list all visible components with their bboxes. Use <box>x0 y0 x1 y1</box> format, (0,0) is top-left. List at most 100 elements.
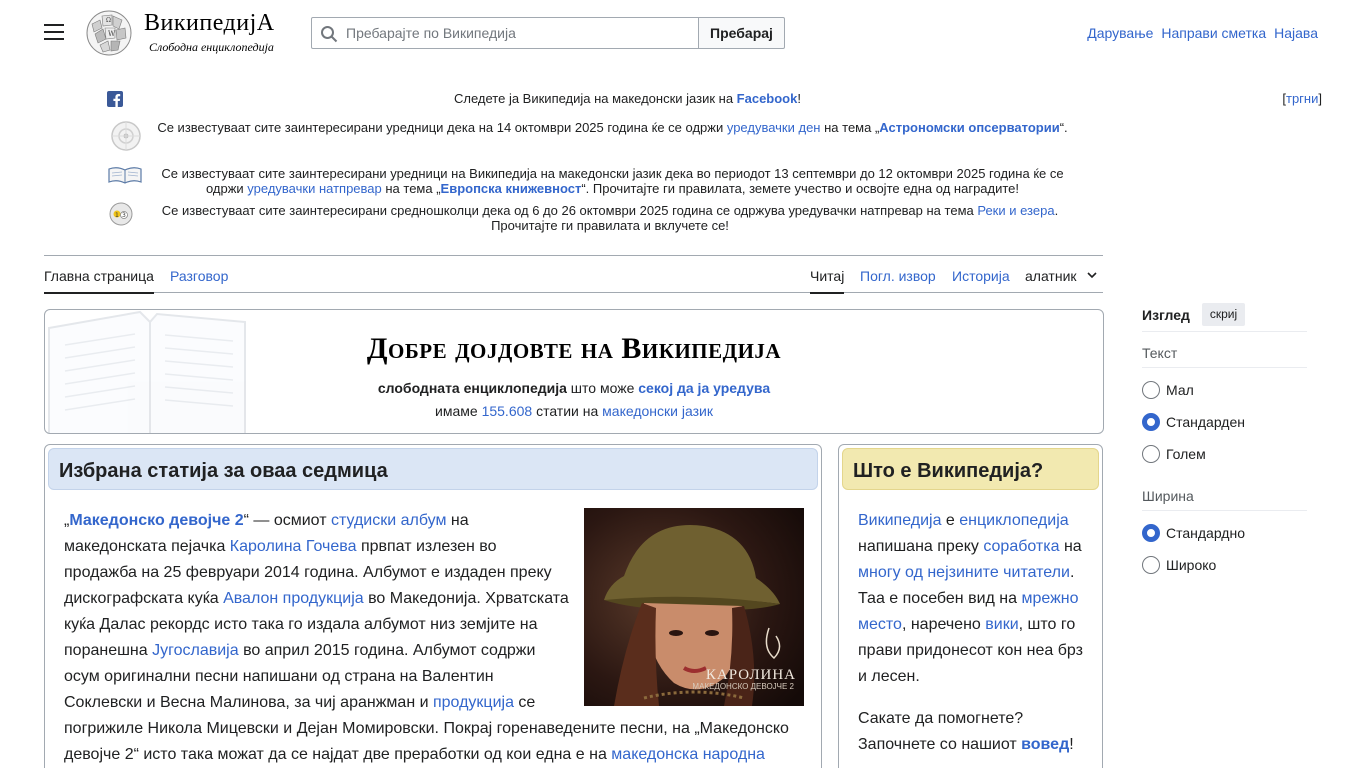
width-wide-label: Широко <box>1166 557 1217 573</box>
notice-editing-day-text: Се известуваат сите заинтересирани уредн… <box>157 120 727 135</box>
chevron-down-icon[interactable] <box>1087 271 1097 279</box>
tab-main-page[interactable]: Главна страница <box>44 268 154 294</box>
article-count-link[interactable]: 155.608 <box>482 403 533 419</box>
introduction-link[interactable]: вовед <box>1021 736 1069 753</box>
site-header: Ω W ВикипедиjA Слободна енциклопедија Пр… <box>0 0 1366 66</box>
anyone-can-edit-link[interactable]: секој да ја уредува <box>638 380 770 396</box>
observatory-icon <box>111 121 141 151</box>
featured-article-box: Избрана статија за оваа седмица КАРОЛИНА… <box>44 444 822 768</box>
notice-students: 1 3 Се известуваат сите заинтересирани с… <box>100 202 1322 236</box>
text-size-small-radio[interactable] <box>1142 381 1160 399</box>
notice-contest-end: “. Прочитајте ги правилата, земете учест… <box>581 181 1020 196</box>
text-size-large-label: Голем <box>1166 446 1206 462</box>
dismiss-link[interactable]: тргни <box>1286 91 1318 106</box>
featured-article-link[interactable]: Македонско девојче 2 <box>69 512 243 529</box>
what-is-wikipedia-box: Што е Википедија? Википедија е енциклопе… <box>838 444 1103 768</box>
svg-text:Ω: Ω <box>106 17 111 24</box>
notice-editing-day-end: “. <box>1059 120 1068 135</box>
whatis-text-5: , наречено <box>901 616 986 633</box>
notice-contest-theme: на тема „ <box>381 181 441 196</box>
text-size-standard-label: Стандарден <box>1166 414 1245 430</box>
album-cover-image[interactable]: КАРОЛИНА МАКЕДОНСКО ДЕВОЈЧЕ 2 <box>584 508 804 706</box>
editing-day-link[interactable]: уредувачки ден <box>727 120 821 135</box>
help-end: ! <box>1069 736 1074 753</box>
yugoslavia-link[interactable]: Југославија <box>152 642 239 659</box>
donate-link[interactable]: Дарување <box>1087 25 1153 41</box>
production-link[interactable]: продукција <box>433 694 514 711</box>
svg-text:W: W <box>108 30 116 38</box>
dismiss-bracket-close: ] <box>1318 91 1322 106</box>
macedonian-folk-link[interactable]: македонска народна <box>611 746 765 763</box>
search-box <box>311 17 699 49</box>
svg-text:1: 1 <box>115 212 119 219</box>
create-account-link[interactable]: Направи сметка <box>1161 25 1266 41</box>
notice-editing-contest: Се известуваат сите заинтересирани уредн… <box>100 166 1322 200</box>
collaboration-link[interactable]: соработка <box>983 538 1059 555</box>
tab-view-source[interactable]: Погл. извор <box>860 268 936 284</box>
search-button[interactable]: Пребарај <box>698 17 785 49</box>
article-count-line: имаме 155.608 статии на македонски јазик <box>45 403 1103 419</box>
welcome-box: Добре дојдовте на Википедија слободната … <box>44 309 1104 434</box>
readers-link[interactable]: многу од нејзините читатели <box>858 564 1070 581</box>
width-standard-label: Стандардно <box>1166 525 1245 541</box>
editing-contest-link[interactable]: уредувачки натпревар <box>247 181 381 196</box>
european-literature-link[interactable]: Европска книжевност <box>441 181 582 196</box>
width-standard-radio[interactable] <box>1142 524 1160 542</box>
what-is-wikipedia-header: Што е Википедија? <box>842 448 1099 490</box>
what-is-paragraph: Википедија е енциклопедија напишана прек… <box>858 508 1090 690</box>
notice-facebook-end: ! <box>797 91 801 106</box>
appearance-title: Изглед <box>1142 307 1190 323</box>
encyclopedia-link[interactable]: енциклопедија <box>959 512 1068 529</box>
astronomical-observatories-link[interactable]: Астрономски опсерватории <box>879 120 1059 135</box>
articles-in-text: статии на <box>532 403 603 419</box>
karolina-goceva-link[interactable]: Каролина Гочева <box>230 538 357 555</box>
notice-facebook-text: Следете ја Википедија на македонски јази… <box>454 91 737 106</box>
album-cover-subcaption: МАКЕДОНСКО ДЕВОЈЧЕ 2 <box>692 682 794 691</box>
wikipedia-puzzle-icon: 1 3 <box>109 202 133 226</box>
notice-students-text: Се известуваат сите заинтересирани средн… <box>161 203 978 218</box>
rivers-lakes-link[interactable]: Реки и езера <box>977 203 1054 218</box>
help-paragraph: Сакате да помогнете? Започнете со нашиот… <box>858 706 1090 758</box>
help-text: Сакате да помогнете? Започнете со нашиот <box>858 710 1024 753</box>
facebook-link[interactable]: Facebook <box>737 91 798 106</box>
svg-text:3: 3 <box>122 212 126 219</box>
search-icon <box>321 26 338 43</box>
tab-talk[interactable]: Разговор <box>170 268 228 284</box>
hide-appearance-button[interactable]: скриј <box>1202 303 1245 326</box>
whatis-text-1: е <box>941 512 960 529</box>
whatis-text-2: напишана преку <box>858 538 984 555</box>
what-is-wikipedia-body: Википедија е енциклопедија напишана прек… <box>858 508 1090 758</box>
text-size-large-radio[interactable] <box>1142 445 1160 463</box>
wiki-link[interactable]: вики <box>985 616 1018 633</box>
wikipedia-globe-logo[interactable]: Ω W <box>84 10 134 56</box>
welcome-title: Добре дојдовте на Википедија <box>366 332 782 365</box>
that-can-text: што може <box>566 380 639 396</box>
dismiss-notices: [тргни] <box>1282 91 1322 106</box>
login-link[interactable]: Најава <box>1274 25 1318 41</box>
welcome-tagline: слободната енциклопедија што може секој … <box>45 380 1103 396</box>
tab-history[interactable]: Историја <box>952 268 1010 284</box>
macedonian-language-link[interactable]: македонски јазик <box>602 403 713 419</box>
wikipedia-wordmark[interactable]: ВикипедиjA <box>144 10 275 37</box>
appearance-header: Изглед скриј <box>1142 303 1307 332</box>
search-input[interactable] <box>346 18 696 48</box>
notice-facebook: Следете ја Википедија на македонски јази… <box>100 90 1322 108</box>
width-wide-radio[interactable] <box>1142 556 1160 574</box>
notice-editing-day-theme: на тема „ <box>820 120 880 135</box>
tab-tools[interactable]: алатник <box>1025 268 1077 284</box>
user-links: Дарување Направи сметка Најава <box>1087 25 1318 41</box>
text-size-heading: Текст <box>1142 345 1307 368</box>
main-menu-icon[interactable] <box>44 24 64 42</box>
text-size-standard-radio[interactable] <box>1142 413 1160 431</box>
notice-editing-day: Се известуваат сите заинтересирани уредн… <box>100 118 1322 152</box>
wikipedia-tagline: Слободна енциклопедија <box>149 40 274 54</box>
free-encyclopedia-text: слободната енциклопедија <box>377 380 567 396</box>
avalon-production-link[interactable]: Авалон продукција <box>223 590 364 607</box>
studio-album-link[interactable]: студиски албум <box>331 512 447 529</box>
wikipedia-link[interactable]: Википедија <box>858 512 941 529</box>
featured-article-title: Избрана статија за оваа седмица <box>59 460 388 482</box>
we-have-text: имаме <box>435 403 482 419</box>
what-is-wikipedia-title: Што е Википедија? <box>853 460 1044 482</box>
whatis-text-3: на <box>1059 538 1082 555</box>
tab-read[interactable]: Читај <box>810 268 845 294</box>
